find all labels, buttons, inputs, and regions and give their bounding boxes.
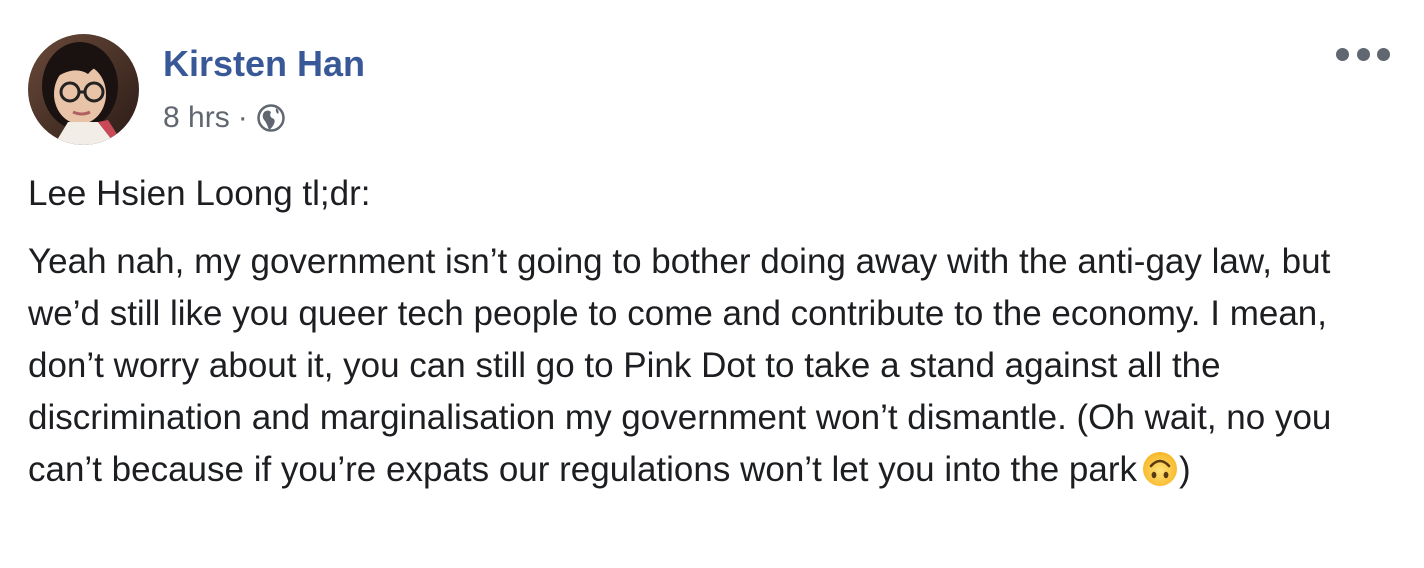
post-meta: 8 hrs ·: [163, 102, 365, 134]
post-body-end: ): [1178, 450, 1191, 489]
upside-down-face-icon: [1141, 450, 1179, 488]
more-dot: [1336, 47, 1349, 61]
post-body: Yeah nah, my government isn’t going to b…: [28, 242, 1332, 489]
post-body-text: Yeah nah, my government isn’t going to b…: [28, 236, 1388, 496]
globe-icon[interactable]: [256, 103, 286, 133]
more-dot: [1377, 47, 1390, 61]
author-block: Kirsten Han 8 hrs ·: [163, 44, 365, 134]
more-options-icon[interactable]: [1336, 44, 1390, 64]
author-name-link[interactable]: Kirsten Han: [163, 44, 365, 84]
post-header: Kirsten Han 8 hrs ·: [28, 33, 365, 145]
post-intro-text: Lee Hsien Loong tl;dr:: [28, 174, 371, 213]
more-dot: [1356, 47, 1370, 61]
timestamp-link[interactable]: 8 hrs: [163, 102, 230, 134]
avatar[interactable]: [28, 33, 139, 145]
meta-separator: ·: [237, 101, 248, 134]
facebook-post: Kirsten Han 8 hrs · Lee Hsien Loong tl;d…: [0, 0, 1424, 568]
post-content: Lee Hsien Loong tl;dr: Yeah nah, my gove…: [28, 168, 1388, 496]
